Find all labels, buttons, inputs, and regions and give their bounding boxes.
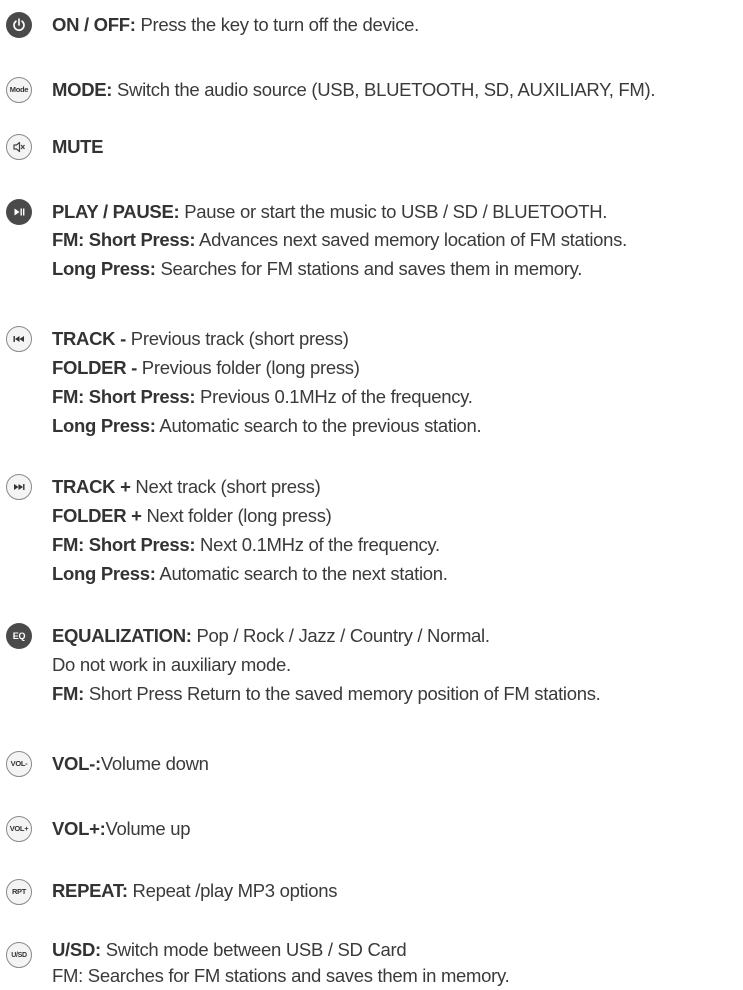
entry-line: FM: Short Press: Previous 0.1MHz of the … (52, 386, 473, 407)
entry-line: Do not work in auxiliary mode. (52, 654, 291, 675)
entry-line: TRACK + Next track (short press) (52, 476, 321, 497)
play-pause-icon (6, 199, 32, 225)
entry-line: VOL+:Volume up (52, 818, 191, 839)
usb-sd-icon-label: U/SD (11, 951, 27, 959)
entry-line: FM: Short Press: Advances next saved mem… (52, 229, 627, 250)
eq-icon-label: EQ (12, 630, 26, 641)
entry-line: Long Press: Automatic search to the next… (52, 563, 448, 584)
instruction-page: ON / OFF: Press the key to turn off the … (0, 0, 743, 990)
entry-line: VOL-:Volume down (52, 753, 209, 774)
entry-line: Long Press: Automatic search to the prev… (52, 415, 482, 436)
entry-line: FOLDER - Previous folder (long press) (52, 357, 360, 378)
entry-line: U/SD: Switch mode between USB / SD Card (52, 939, 407, 960)
vol-up-icon: VOL+ (6, 816, 32, 842)
mode-icon-label: Mode (9, 85, 29, 95)
mode-icon: Mode (6, 77, 32, 103)
entry-line: Long Press: Searches for FM stations and… (52, 258, 583, 279)
vol-down-icon-label: VOL- (10, 759, 28, 769)
entry-line: FM: Short Press: Next 0.1MHz of the freq… (52, 534, 440, 555)
mute-icon (6, 134, 32, 160)
vol-up-icon-label: VOL+ (9, 824, 29, 834)
entry-line: MODE: Switch the audio source (USB, BLUE… (52, 79, 656, 100)
repeat-icon-label: RPT (11, 887, 27, 897)
entry-line: FM: Searches for FM stations and saves t… (52, 965, 510, 986)
next-track-icon (6, 474, 32, 500)
eq-icon: EQ (6, 623, 32, 649)
entry-line: ON / OFF: Press the key to turn off the … (52, 14, 420, 35)
entry-line: PLAY / PAUSE: Pause or start the music t… (52, 201, 608, 222)
repeat-icon: RPT (6, 879, 32, 905)
entry-line: FOLDER + Next folder (long press) (52, 505, 332, 526)
previous-track-icon (6, 326, 32, 352)
entry-line: MUTE (52, 136, 104, 157)
entry-line: REPEAT: Repeat /play MP3 options (52, 880, 338, 901)
entry-line: TRACK - Previous track (short press) (52, 328, 349, 349)
usb-sd-icon: U/SD (6, 942, 32, 968)
entry-line: EQUALIZATION: Pop / Rock / Jazz / Countr… (52, 625, 490, 646)
vol-down-icon: VOL- (6, 751, 32, 777)
power-icon (6, 12, 32, 38)
entry-line: FM: Short Press Return to the saved memo… (52, 683, 601, 704)
